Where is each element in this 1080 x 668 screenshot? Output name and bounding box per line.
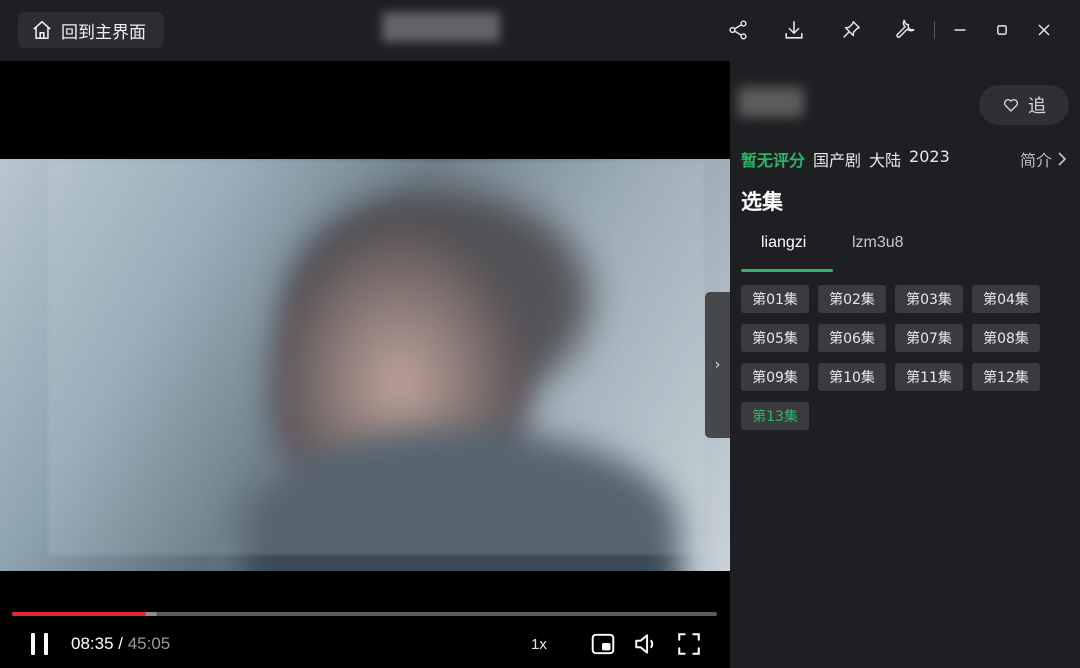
video-blur-overlay (48, 161, 704, 555)
pin-button[interactable] (837, 16, 865, 44)
maximize-icon (997, 25, 1007, 35)
minimize-icon (954, 29, 966, 31)
picture-in-picture-icon (591, 633, 615, 655)
intro-label: 简介 (1019, 151, 1052, 170)
settings-button[interactable] (892, 16, 920, 44)
home-icon (33, 20, 51, 40)
volume-button[interactable] (632, 630, 660, 658)
episode-button[interactable]: 第12集 (972, 363, 1040, 391)
share-button[interactable] (724, 16, 752, 44)
episode-button[interactable]: 第09集 (741, 363, 809, 391)
pause-button[interactable] (28, 631, 52, 657)
episode-button[interactable]: 第02集 (818, 285, 886, 313)
episode-button[interactable]: 第13集 (741, 402, 809, 430)
follow-button[interactable]: 追 (979, 85, 1069, 125)
chevron-right-icon: › (714, 357, 721, 373)
fullscreen-button[interactable] (675, 630, 703, 658)
episode-panel: 追 暂无评分 国产剧 大陆 2023 简介 选集 liangzi lzm3u8 … (730, 61, 1080, 668)
episode-button[interactable]: 第04集 (972, 285, 1040, 313)
episode-button[interactable]: 第10集 (818, 363, 886, 391)
show-meta: 暂无评分 国产剧 大陆 2023 (741, 147, 950, 171)
episode-panel-toggle[interactable]: › (705, 292, 730, 438)
episode-button[interactable]: 第05集 (741, 324, 809, 352)
maximize-button[interactable] (988, 16, 1016, 44)
progress-played (12, 612, 146, 616)
follow-label: 追 (1028, 96, 1046, 117)
progress-bar[interactable] (12, 612, 717, 616)
genre-tag: 国产剧 (813, 151, 862, 170)
home-button-label: 回到主界面 (61, 22, 146, 43)
episode-button[interactable]: 第01集 (741, 285, 809, 313)
episode-button[interactable]: 第06集 (818, 324, 886, 352)
year-tag: 2023 (909, 147, 950, 166)
minimize-button[interactable] (946, 16, 974, 44)
picture-in-picture-button[interactable] (589, 630, 617, 658)
heart-icon (1004, 99, 1018, 112)
fullscreen-icon (678, 633, 700, 655)
wrench-icon (896, 19, 915, 38)
blurred-window-title (382, 12, 500, 42)
region-tag: 大陆 (869, 151, 902, 170)
chevron-right-icon (1058, 152, 1067, 166)
home-button[interactable]: 回到主界面 (18, 12, 164, 48)
rating: 暂无评分 (741, 151, 806, 170)
volume-icon (635, 634, 654, 654)
download-button[interactable] (780, 16, 808, 44)
close-button[interactable] (1030, 16, 1058, 44)
intro-link[interactable]: 简介 (1020, 147, 1068, 171)
blurred-show-name (738, 87, 804, 117)
video-player[interactable]: › 08:35 / 45:05 1x (0, 61, 730, 668)
current-time: 08:35 (71, 634, 114, 653)
titlebar-divider (934, 21, 935, 39)
duration: 45:05 (127, 634, 171, 653)
close-icon (1038, 24, 1050, 36)
pause-icon (31, 633, 35, 655)
share-icon (729, 20, 747, 40)
download-icon (785, 20, 803, 39)
episode-button[interactable]: 第07集 (895, 324, 963, 352)
pause-icon (44, 633, 48, 655)
active-tab-indicator (741, 269, 833, 272)
section-title: 选集 (741, 190, 783, 214)
episode-button[interactable]: 第08集 (972, 324, 1040, 352)
episode-button[interactable]: 第03集 (895, 285, 963, 313)
episode-button[interactable]: 第11集 (895, 363, 963, 391)
source-tab-lzm3u8[interactable]: lzm3u8 (852, 234, 904, 252)
pin-icon (843, 21, 860, 38)
time-display: 08:35 / 45:05 (71, 634, 170, 654)
episode-grid: 第01集 第02集 第03集 第04集第05集 第06集 第07集 第08集第09集 第10集… (741, 285, 1051, 430)
video-frame[interactable] (0, 159, 730, 571)
source-tab-liangzi[interactable]: liangzi (761, 234, 806, 252)
title-bar: 回到主界面 (0, 0, 1080, 61)
time-separator: / (113, 634, 128, 653)
playback-speed-button[interactable]: 1x (531, 636, 547, 653)
